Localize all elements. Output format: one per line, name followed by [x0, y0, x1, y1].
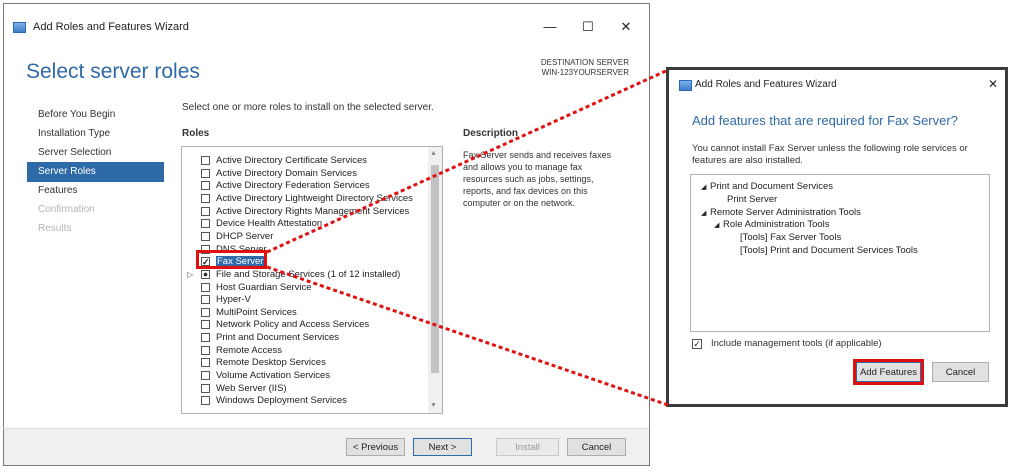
- required-features-tree[interactable]: ◢ Print and Document Services Print Server…: [690, 174, 990, 332]
- cancel-button[interactable]: Cancel: [567, 438, 626, 456]
- dialog-title: Add Roles and Features Wizard: [695, 79, 837, 90]
- roles-list[interactable]: Active Directory Certificate Services Act…: [181, 146, 443, 414]
- close-button[interactable]: ✕: [606, 17, 646, 37]
- add-features-highlight-box: [853, 359, 924, 385]
- dialog-app-icon: [679, 80, 692, 91]
- role-checkbox[interactable]: [201, 282, 210, 292]
- role-label: Active Directory Lightweight Directory S…: [216, 192, 413, 204]
- role-checkbox[interactable]: [201, 333, 210, 343]
- roles-header: Roles: [182, 128, 210, 139]
- next-button[interactable]: Next >: [413, 438, 472, 456]
- role-label: Active Directory Domain Services: [216, 167, 357, 179]
- tree-node[interactable]: [Tools] Print and Document Services Tool…: [731, 245, 918, 257]
- previous-button-label: < Previous: [352, 442, 399, 453]
- scroll-up-icon[interactable]: ▲: [430, 150, 437, 157]
- role-label: Volume Activation Services: [216, 370, 331, 382]
- role-checkbox[interactable]: [201, 168, 210, 178]
- role-label: Hyper-V: [216, 294, 251, 306]
- tree-node[interactable]: Print Server: [718, 194, 777, 206]
- page-title: Select server roles: [26, 60, 200, 83]
- collapse-icon[interactable]: ◢: [714, 220, 723, 232]
- tree-node[interactable]: ◢ Remote Server Administration Tools: [701, 207, 861, 220]
- role-checkbox[interactable]: [201, 231, 210, 241]
- role-checkbox[interactable]: [201, 219, 210, 229]
- dialog-message: You cannot install Fax Server unless the…: [692, 143, 968, 166]
- role-checkbox[interactable]: [201, 307, 210, 317]
- role-label: Network Policy and Access Services: [216, 319, 370, 331]
- include-tools-label: Include management tools (if applicable): [711, 338, 882, 349]
- role-checkbox[interactable]: [201, 193, 210, 203]
- nav-item[interactable]: Server Selection: [38, 147, 111, 158]
- include-tools-checkbox[interactable]: ✓: [692, 339, 702, 349]
- role-label: Remote Access: [216, 344, 282, 356]
- dialog-heading: Add features that are required for Fax S…: [692, 113, 958, 128]
- role-label: Device Health Attestation: [216, 218, 323, 230]
- role-label: Web Server (IIS): [216, 382, 287, 394]
- instruction-text: Select one or more roles to install on t…: [182, 102, 434, 113]
- install-button-label: Install: [515, 442, 540, 453]
- role-checkbox[interactable]: [201, 320, 210, 330]
- minimize-button[interactable]: —: [530, 17, 570, 37]
- tree-node[interactable]: [Tools] Fax Server Tools: [731, 232, 841, 244]
- role-checkbox[interactable]: [201, 206, 210, 216]
- nav-item[interactable]: Server Roles: [38, 166, 96, 177]
- tree-node-label: Role Administration Tools: [723, 219, 830, 231]
- scroll-down-icon[interactable]: ▼: [430, 402, 437, 409]
- fax-server-highlight-box: [196, 250, 267, 269]
- role-checkbox[interactable]: [201, 383, 210, 393]
- tree-node-label: Print and Document Services: [710, 181, 834, 192]
- dialog-cancel-label: Cancel: [945, 367, 976, 378]
- role-label: MultiPoint Services: [216, 306, 297, 318]
- previous-button[interactable]: < Previous: [346, 438, 405, 456]
- nav-item: Confirmation: [38, 204, 95, 215]
- dialog-close-button[interactable]: ✕: [988, 77, 998, 91]
- app-icon: [13, 22, 26, 33]
- collapse-icon[interactable]: ◢: [701, 182, 710, 194]
- scroll-thumb[interactable]: [431, 165, 439, 373]
- window-title: Add Roles and Features Wizard: [33, 21, 189, 33]
- destination-label: DESTINATION SERVER: [540, 58, 629, 67]
- nav-item[interactable]: Before You Begin: [38, 109, 115, 120]
- role-label: Active Directory Rights Management Servi…: [216, 205, 410, 217]
- destination-value: WIN-123YOURSERVER: [541, 68, 629, 77]
- role-checkbox[interactable]: [201, 371, 210, 381]
- tree-node-label: Print Server: [727, 193, 778, 205]
- role-label: DHCP Server: [216, 230, 274, 242]
- role-checkbox[interactable]: [201, 295, 210, 305]
- role-checkbox[interactable]: [201, 345, 210, 355]
- role-label: Active Directory Certificate Services: [216, 155, 367, 166]
- role-label: Print and Document Services: [216, 332, 340, 344]
- dialog-cancel-button[interactable]: Cancel: [932, 362, 989, 382]
- tree-node-label: [Tools] Print and Document Services Tool…: [740, 245, 918, 256]
- tree-node-label: [Tools] Fax Server Tools: [740, 232, 842, 244]
- role-label: Active Directory Federation Services: [216, 180, 370, 192]
- role-checkbox[interactable]: [201, 181, 210, 191]
- nav-item[interactable]: Installation Type: [38, 128, 110, 139]
- tree-node[interactable]: ◢ Print and Document Services: [701, 181, 833, 194]
- description-text: Fax Server sends and receives faxes and …: [463, 150, 612, 208]
- role-label: Host Guardian Service: [216, 281, 312, 293]
- role-checkbox[interactable]: [201, 358, 210, 368]
- collapse-icon[interactable]: ◢: [701, 208, 710, 220]
- next-button-label: Next >: [428, 442, 457, 453]
- role-checkbox[interactable]: [201, 269, 210, 279]
- nav-item[interactable]: Features: [38, 185, 77, 196]
- tree-node-label: Remote Server Administration Tools: [710, 206, 861, 218]
- role-label: Windows Deployment Services: [216, 395, 347, 407]
- role-checkbox[interactable]: [201, 396, 210, 406]
- destination-server: DESTINATION SERVER WIN-123YOURSERVER: [541, 58, 629, 78]
- role-checkbox[interactable]: [201, 156, 210, 165]
- install-button[interactable]: Install: [496, 438, 559, 456]
- maximize-button[interactable]: ☐: [568, 17, 608, 37]
- tree-node[interactable]: ◢ Role Administration Tools: [714, 219, 830, 232]
- expand-icon[interactable]: ▷: [187, 269, 193, 281]
- nav-item: Results: [38, 223, 72, 234]
- role-label: File and Storage Services (1 of 12 insta…: [216, 268, 401, 280]
- cancel-button-label: Cancel: [581, 442, 612, 453]
- description-header: Description: [463, 128, 519, 139]
- role-label: Remote Desktop Services: [216, 357, 326, 369]
